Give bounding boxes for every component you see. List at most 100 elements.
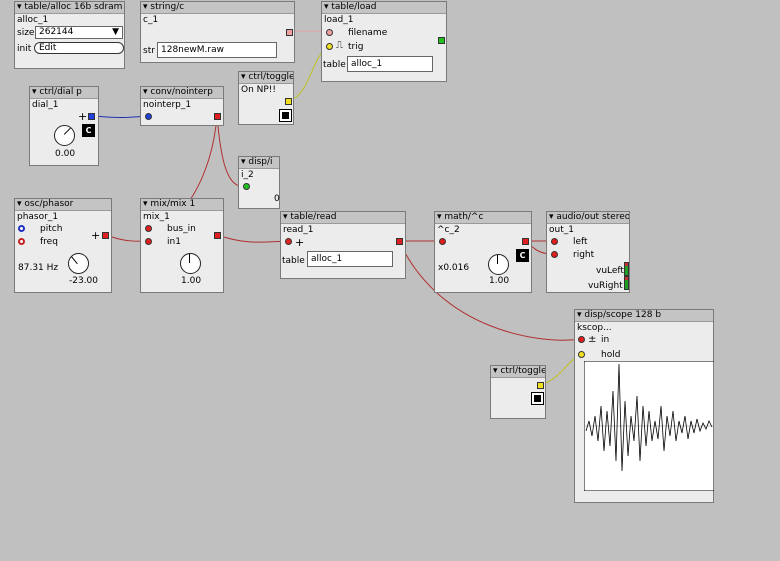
left-inlet[interactable] bbox=[551, 238, 558, 245]
object-table-alloc[interactable]: ▾ table/alloc 16b sdram alloc_1 size 262… bbox=[14, 1, 125, 69]
object-title[interactable]: ▾ audio/out stereo bbox=[547, 212, 629, 224]
filename-label: filename bbox=[348, 28, 388, 38]
object-math-powc[interactable]: ▾ math/^c ^c_2 x0.016 C 1.00 bbox=[434, 211, 532, 293]
object-title[interactable]: ▾ conv/nointerp bbox=[141, 87, 223, 99]
object-ctrl-toggle-2[interactable]: ▾ ctrl/toggle bbox=[490, 365, 546, 419]
left-label: left bbox=[573, 237, 588, 247]
toggle-switch[interactable] bbox=[531, 392, 544, 405]
instance-name: out_1 bbox=[549, 225, 574, 235]
trig-inlet[interactable] bbox=[326, 43, 333, 50]
plus-icon: + bbox=[295, 236, 305, 249]
str-label: str bbox=[143, 46, 155, 56]
edit-button[interactable]: Edit bbox=[34, 42, 124, 54]
object-title[interactable]: ▾ table/read bbox=[281, 212, 405, 224]
knob-value: -23.00 bbox=[69, 276, 99, 286]
knob-value: 1.00 bbox=[181, 276, 202, 286]
object-title[interactable]: ▾ ctrl/dial p bbox=[30, 87, 98, 99]
preset-menu-button[interactable]: C bbox=[82, 124, 95, 137]
nointerp-outlet[interactable] bbox=[214, 113, 221, 120]
object-audio-out[interactable]: ▾ audio/out stereo out_1 left right vuLe… bbox=[546, 211, 630, 293]
in-inlet[interactable] bbox=[578, 336, 585, 343]
size-label: size bbox=[17, 28, 35, 38]
instance-name: phasor_1 bbox=[17, 212, 59, 222]
read-outlet[interactable] bbox=[396, 238, 403, 245]
vu-left-meter bbox=[624, 262, 629, 276]
object-disp-i[interactable]: ▾ disp/i i_2 0 bbox=[238, 156, 280, 209]
object-disp-scope[interactable]: ▾ disp/scope 128 b kscop... ± in hold bbox=[574, 309, 714, 503]
object-title[interactable]: ▾ disp/scope 128 b bbox=[575, 310, 713, 322]
toggle-switch[interactable] bbox=[279, 109, 292, 122]
mix-outlet[interactable] bbox=[214, 232, 221, 239]
table-input[interactable]: alloc_1 bbox=[347, 56, 433, 72]
plus-icon: + bbox=[91, 229, 101, 242]
instance-name: i_2 bbox=[241, 170, 254, 180]
right-inlet[interactable] bbox=[551, 251, 558, 258]
chevron-down-icon: ▼ bbox=[112, 27, 119, 37]
instance-name: alloc_1 bbox=[17, 15, 49, 25]
object-title[interactable]: ▾ ctrl/toggle bbox=[239, 72, 293, 84]
toggle-outlet[interactable] bbox=[537, 382, 544, 389]
exponent-knob[interactable] bbox=[488, 254, 509, 275]
scope-display bbox=[584, 361, 714, 491]
vuright-label: vuRight bbox=[588, 281, 623, 291]
preset-menu-button[interactable]: C bbox=[516, 249, 529, 262]
instance-name: kscop... bbox=[577, 323, 612, 333]
object-title[interactable]: ▾ table/load bbox=[322, 2, 446, 14]
object-mix[interactable]: ▾ mix/mix 1 mix_1 bus_in in1 1.00 bbox=[140, 198, 224, 293]
object-title[interactable]: ▾ mix/mix 1 bbox=[141, 199, 223, 211]
instance-name: On NP!! bbox=[241, 85, 277, 95]
instance-name: ^c_2 bbox=[437, 225, 460, 235]
object-ctrl-dial[interactable]: ▾ ctrl/dial p dial_1 + C 0.00 bbox=[29, 86, 99, 166]
pitch-knob[interactable] bbox=[63, 248, 94, 279]
object-title[interactable]: ▾ disp/i bbox=[239, 157, 279, 169]
object-title[interactable]: ▾ math/^c bbox=[435, 212, 531, 224]
bus-in-inlet[interactable] bbox=[145, 225, 152, 232]
object-title[interactable]: ▾ osc/phasor bbox=[15, 199, 111, 211]
table-label: table bbox=[282, 256, 305, 266]
object-conv-nointerp[interactable]: ▾ conv/nointerp nointerp_1 bbox=[140, 86, 224, 126]
instance-name: read_1 bbox=[283, 225, 314, 235]
hold-inlet[interactable] bbox=[578, 351, 585, 358]
object-osc-phasor[interactable]: ▾ osc/phasor phasor_1 pitch freq + 87.31… bbox=[14, 198, 112, 293]
mult-label: x0.016 bbox=[438, 263, 470, 273]
wire-mix-to-read[interactable] bbox=[217, 234, 288, 243]
string-outlet[interactable] bbox=[286, 29, 293, 36]
object-table-load[interactable]: ▾ table/load load_1 filename trig ⎍ tabl… bbox=[321, 1, 447, 82]
size-value: 262144 bbox=[39, 27, 74, 37]
read-inlet[interactable] bbox=[285, 238, 292, 245]
trig-label: trig bbox=[348, 42, 364, 52]
in1-inlet[interactable] bbox=[145, 238, 152, 245]
knob-value: 1.00 bbox=[489, 276, 510, 286]
object-ctrl-toggle[interactable]: ▾ ctrl/toggle On NP!! bbox=[238, 71, 294, 125]
size-select[interactable]: 262144 ▼ bbox=[35, 26, 123, 39]
toggle-outlet[interactable] bbox=[285, 98, 292, 105]
dial-outlet[interactable] bbox=[88, 113, 95, 120]
object-table-read[interactable]: ▾ table/read read_1 + table alloc_1 bbox=[280, 211, 406, 279]
freq-label: freq bbox=[40, 237, 58, 247]
pitch-inlet[interactable] bbox=[18, 225, 25, 232]
table-label: table bbox=[323, 60, 346, 70]
table-input[interactable]: alloc_1 bbox=[307, 251, 393, 267]
freq-inlet[interactable] bbox=[18, 238, 25, 245]
right-label: right bbox=[573, 250, 595, 260]
instance-name: mix_1 bbox=[143, 212, 170, 222]
hold-label: hold bbox=[601, 350, 621, 360]
object-title[interactable]: ▾ string/c bbox=[141, 2, 294, 14]
disp-value: 0 bbox=[274, 194, 280, 204]
dial-knob[interactable] bbox=[49, 120, 80, 151]
object-string-c[interactable]: ▾ string/c c_1 str 128newM.raw bbox=[140, 1, 295, 63]
done-outlet[interactable] bbox=[438, 37, 445, 44]
phasor-outlet[interactable] bbox=[102, 232, 109, 239]
filename-inlet[interactable] bbox=[326, 29, 333, 36]
nointerp-inlet[interactable] bbox=[145, 113, 152, 120]
in1-label: in1 bbox=[167, 237, 181, 247]
str-input[interactable]: 128newM.raw bbox=[157, 42, 277, 58]
trigger-edge-icon: ⎍ bbox=[336, 40, 343, 51]
vuleft-label: vuLeft bbox=[596, 266, 624, 276]
gain-knob[interactable] bbox=[180, 253, 201, 274]
object-title[interactable]: ▾ ctrl/toggle bbox=[491, 366, 545, 378]
object-title[interactable]: ▾ table/alloc 16b sdram bbox=[15, 2, 124, 14]
pow-inlet[interactable] bbox=[439, 238, 446, 245]
pow-outlet[interactable] bbox=[522, 238, 529, 245]
disp-inlet[interactable] bbox=[243, 183, 250, 190]
